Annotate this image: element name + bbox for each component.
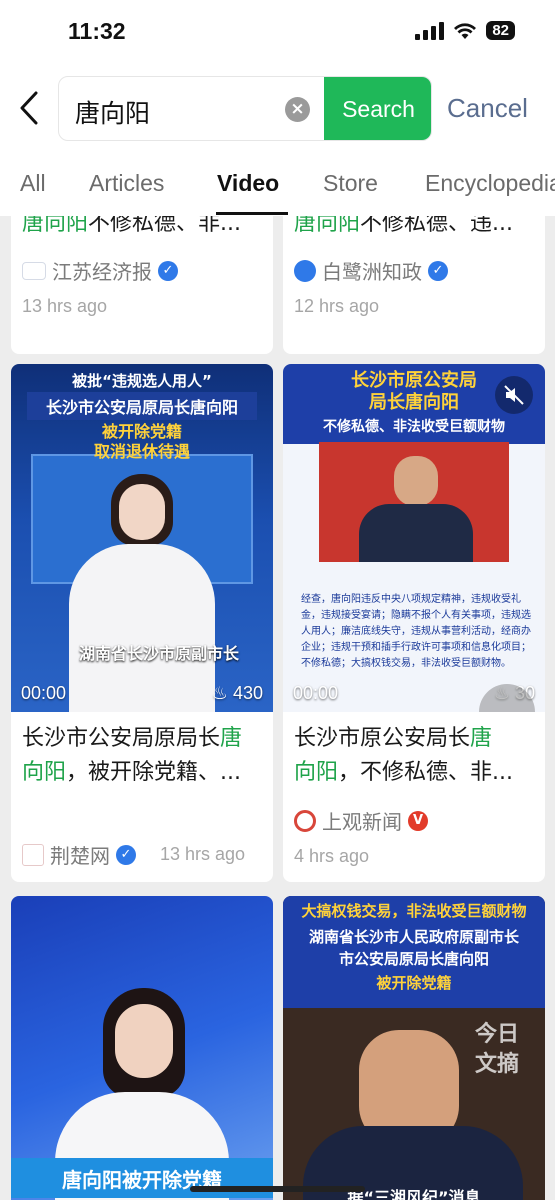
anchor-face [119, 484, 165, 540]
source-name: 白鹭洲知政 [322, 260, 422, 284]
signal-icon [415, 21, 445, 40]
search-header: 唐向阳 × Search Cancel [0, 66, 555, 154]
search-box[interactable]: 唐向阳 × Search [58, 76, 432, 141]
source-name: 上观新闻 [322, 810, 402, 834]
home-indicator [190, 1186, 365, 1192]
status-time: 11:32 [68, 18, 126, 44]
photo-uniform [359, 504, 473, 562]
thumb-headline-4: 被开除党籍 [376, 974, 452, 992]
thumb-body-text: 经查，唐向阳违反中央八项规定精神，违规收受礼金，违规接受宴请；隐瞒不报个人有关事… [301, 594, 531, 669]
thumb-headline-2: 湖南省长沙市人民政府原副市长 [308, 928, 519, 946]
active-tab-indicator [216, 212, 288, 215]
card-source[interactable]: 荆楚网 ✓ 13 hrs ago [22, 840, 245, 869]
video-card[interactable]: 唐向阳不修私德、非... 江苏经济报 ✓ 13 hrs ago [11, 216, 273, 354]
video-card[interactable]: 被批“违规选人用人” 长沙市公安局原局长唐向阳 被开除党籍 取消退休待遇 湖南省… [11, 364, 273, 882]
tab-store[interactable]: Store [323, 170, 378, 197]
verified-icon: V [408, 810, 428, 831]
watermark: 今日文摘 [475, 1022, 520, 1077]
thumb-headline-2: 长沙市公安局原局长唐向阳 [27, 392, 257, 420]
thumb-caption: 湖南省长沙市原副市长 [78, 644, 239, 663]
back-button[interactable] [14, 88, 44, 128]
search-input[interactable]: 唐向阳 [75, 94, 150, 130]
card-source[interactable]: 江苏经济报 ✓ [22, 256, 178, 285]
video-duration: 00:00 [21, 683, 67, 703]
anchor-face [115, 1004, 173, 1078]
photo-face [394, 456, 438, 506]
source-name: 荆楚网 [50, 844, 110, 868]
video-card[interactable]: 长沙市原公安局 局长唐向阳 不修私德、非法收受巨额财物 经查，唐向阳违反中央八项… [283, 364, 545, 882]
tab-encyclopedia[interactable]: Encyclopedia [425, 170, 555, 197]
card-title: 唐向阳不修私德、违... [294, 216, 513, 236]
card-time: 13 hrs ago [160, 844, 246, 864]
thumb-headline-3: 不修私德、非法收受巨额财物 [323, 419, 505, 435]
wifi-icon [454, 22, 477, 39]
tab-all[interactable]: All [20, 170, 46, 197]
mute-button[interactable] [495, 376, 533, 414]
video-feed[interactable]: 唐向阳不修私德、非... 江苏经济报 ✓ 13 hrs ago 唐向阳不修私德、… [0, 216, 555, 1200]
source-logo-icon [294, 259, 316, 282]
card-source[interactable]: 白鹭洲知政 ✓ [294, 256, 448, 285]
clear-icon[interactable]: × [285, 97, 310, 122]
card-title: 长沙市原公安局长唐 向阳，不修私德、非... [294, 726, 513, 785]
thumb-headline-1: 被批“违规选人用人” [72, 372, 212, 390]
flame-icon: ♨ [211, 683, 228, 703]
status-icons: 82 [415, 21, 515, 40]
video-thumbnail[interactable]: 被批“违规选人用人” 长沙市公安局原局长唐向阳 被开除党籍 取消退休待遇 湖南省… [11, 364, 273, 712]
card-time: 12 hrs ago [294, 296, 380, 316]
card-source[interactable]: 上观新闻 V [294, 806, 428, 835]
status-bar: 11:32 82 [0, 0, 555, 66]
video-card[interactable]: 大搞权钱交易，非法收受巨额财物 湖南省长沙市人民政府原副市长 市公安局原局长唐向… [283, 896, 545, 1200]
card-time: 4 hrs ago [294, 846, 370, 866]
source-logo-icon [294, 809, 316, 832]
tab-articles[interactable]: Articles [89, 170, 164, 197]
source-logo-icon [22, 261, 46, 280]
card-time: 13 hrs ago [22, 296, 108, 316]
video-thumbnail[interactable]: 唐向阳被开除党籍 [11, 896, 273, 1200]
likes: ♨ 430 [212, 683, 263, 704]
verified-icon: ✓ [158, 260, 178, 281]
video-thumbnail[interactable]: 长沙市原公安局 局长唐向阳 不修私德、非法收受巨额财物 经查，唐向阳违反中央八项… [283, 364, 545, 712]
card-title: 唐向阳不修私德、非... [22, 216, 241, 236]
mute-icon [504, 385, 524, 405]
video-card[interactable]: 唐向阳被开除党籍 [11, 896, 273, 1200]
thumb-headline-1: 大搞权钱交易，非法收受巨额财物 [301, 902, 527, 920]
thumb-headline-4: 取消退休待遇 [93, 442, 190, 461]
battery-indicator: 82 [486, 21, 515, 40]
search-button[interactable]: Search [324, 77, 431, 140]
verified-icon: ✓ [116, 844, 136, 865]
video-thumbnail[interactable]: 大搞权钱交易，非法收受巨额财物 湖南省长沙市人民政府原副市长 市公安局原局长唐向… [283, 896, 545, 1200]
video-card[interactable]: 唐向阳不修私德、违... 白鹭洲知政 ✓ 12 hrs ago [283, 216, 545, 354]
back-arrow-icon [20, 91, 38, 125]
thumb-footer: 00:00 ♨ 430 [21, 683, 263, 704]
video-duration: 00:00 [293, 683, 339, 703]
source-name: 江苏经济报 [52, 260, 152, 284]
card-title: 长沙市公安局原局长唐 向阳，被开除党籍、... [22, 726, 243, 785]
cancel-button[interactable]: Cancel [447, 93, 528, 124]
official-photo [319, 442, 509, 562]
verified-icon: ✓ [428, 260, 448, 281]
tab-video[interactable]: Video [217, 170, 279, 197]
tab-bar: All Articles Video Store Encyclopedia [0, 154, 555, 216]
thumb-headline-3: 市公安局原局长唐向阳 [338, 950, 489, 968]
likes-count: 430 [232, 683, 263, 703]
source-logo-icon [22, 843, 44, 866]
